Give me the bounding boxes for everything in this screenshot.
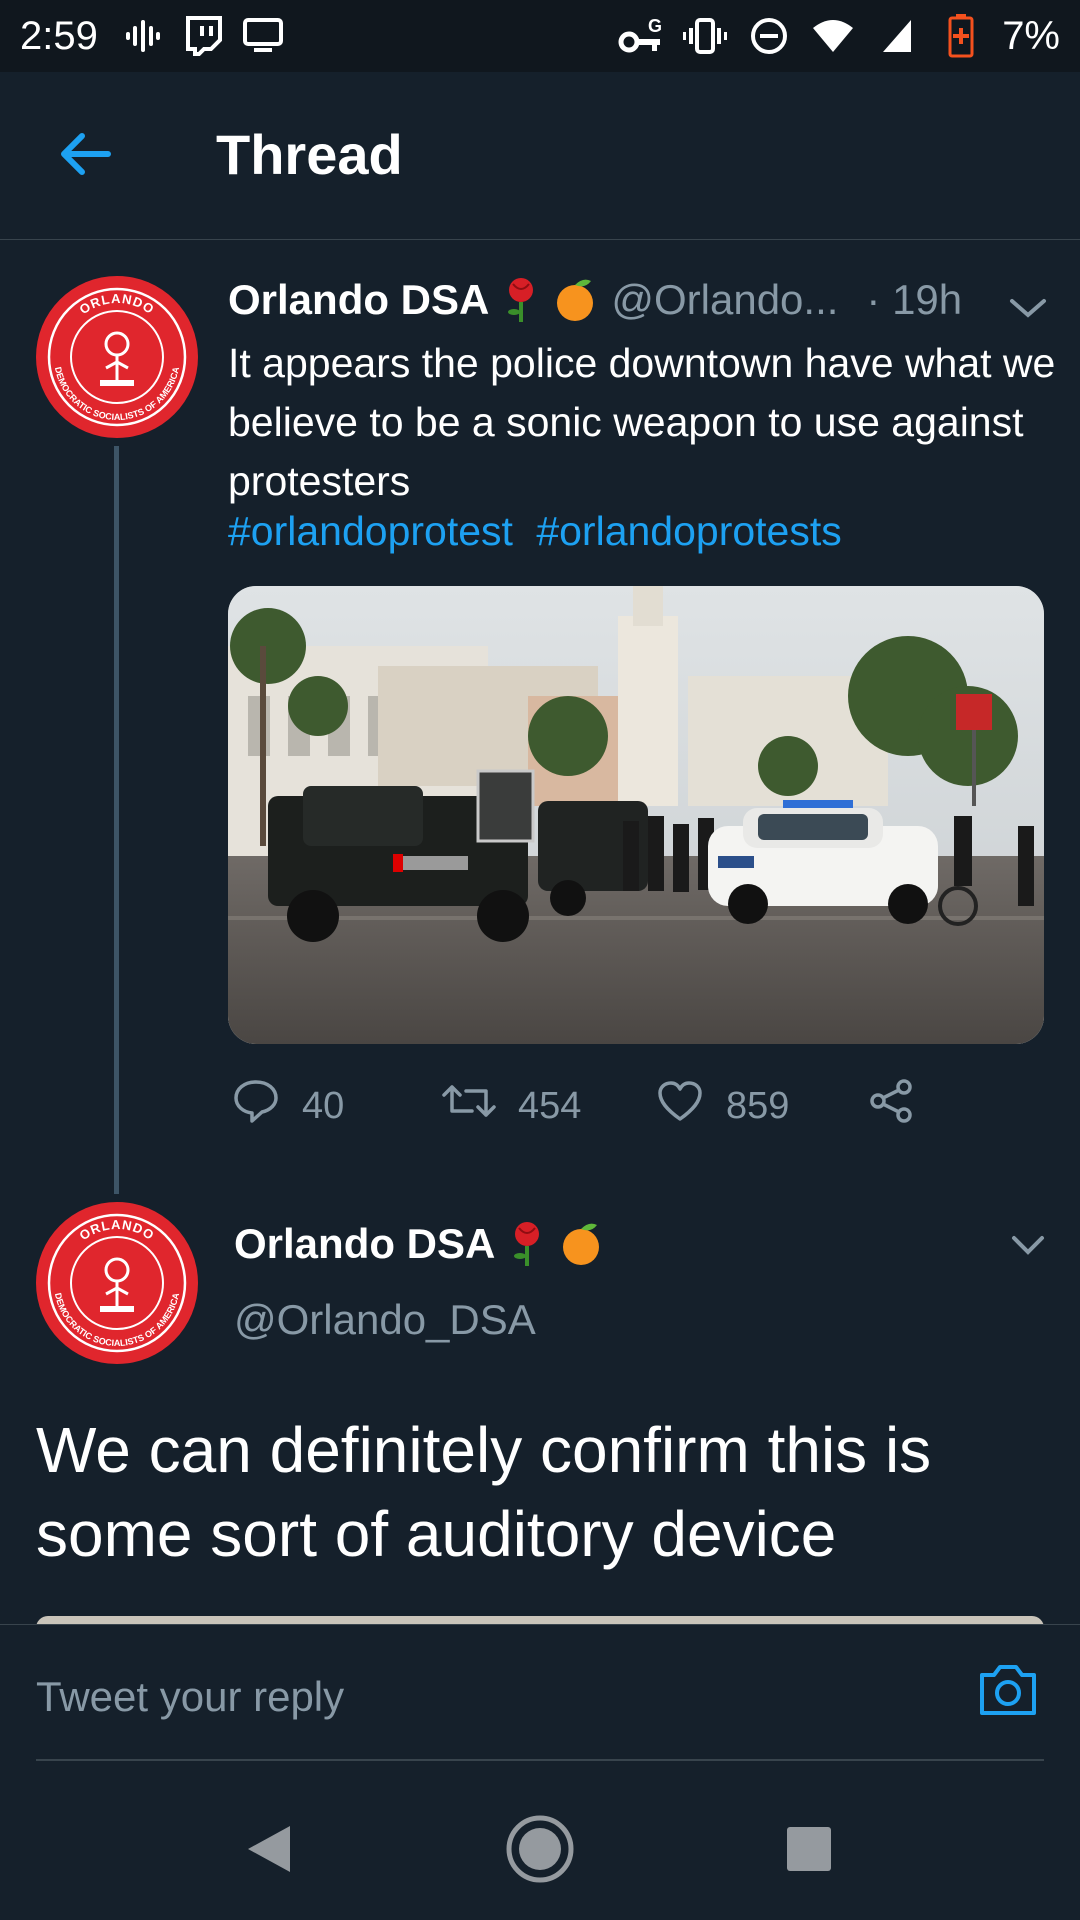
status-time: 2:59	[20, 13, 98, 58]
author-handle: @Orlando...	[611, 276, 839, 323]
heart-icon	[656, 1079, 726, 1133]
rose-emoji	[505, 1220, 549, 1268]
reply-button[interactable]: 40	[232, 1078, 344, 1134]
retweet-button[interactable]: 454	[442, 1081, 581, 1131]
nav-recents-icon[interactable]	[774, 1814, 844, 1884]
system-nav-bar	[0, 1774, 1080, 1920]
hashtag-link[interactable]: #orlandoprotest	[228, 508, 513, 554]
author-name[interactable]: Orlando DSA	[228, 276, 489, 324]
do-not-disturb-icon	[746, 13, 792, 59]
status-bar: 2:59 G 7%	[0, 0, 1080, 72]
chevron-down-icon[interactable]	[1010, 1232, 1046, 1260]
author-handle: @Orlando_DSA	[234, 1296, 536, 1343]
retweet-icon	[442, 1081, 518, 1131]
chevron-down-icon[interactable]	[1008, 285, 1048, 318]
tweet-photo[interactable]	[228, 586, 1044, 1044]
reply-bar: Tweet your reply	[0, 1624, 1080, 1774]
reply-icon	[232, 1078, 302, 1134]
orange-emoji	[559, 1220, 603, 1268]
svg-text:G: G	[648, 16, 662, 36]
rose-emoji	[499, 276, 543, 324]
tweet-text-large: We can definitely confirm this is some s…	[36, 1414, 932, 1570]
nav-back-icon[interactable]	[234, 1814, 304, 1884]
avatar[interactable]: ORLANDO DEMOCRATIC SOCIALISTS OF AMERICA	[36, 1202, 198, 1364]
thread-connector-line	[114, 446, 119, 1194]
battery-percent: 7%	[1002, 13, 1060, 58]
tweet-text: It appears the police downtown have what…	[228, 340, 1056, 504]
vpn-key-icon: G	[618, 13, 664, 59]
hashtag-link[interactable]: #orlandoprotests	[536, 508, 841, 554]
tweet-actions: 40 454 859	[232, 1078, 1032, 1134]
reply-input[interactable]: Tweet your reply	[36, 1673, 344, 1721]
avatar[interactable]: ORLANDO DEMOCRATIC SOCIALISTS OF AMERICA	[36, 276, 198, 438]
battery-low-icon	[938, 13, 984, 59]
nav-home-icon[interactable]	[505, 1814, 575, 1884]
podcast-icon	[120, 13, 166, 59]
twitch-icon	[180, 13, 226, 59]
back-arrow-icon[interactable]	[56, 130, 112, 178]
reply-input-underline	[36, 1759, 1044, 1761]
tweet-header: Orlando DSA	[234, 1220, 603, 1268]
thread-header: Thread	[0, 72, 1080, 240]
orange-emoji	[553, 276, 597, 324]
retweet-count: 454	[518, 1084, 582, 1127]
like-button[interactable]: 859	[656, 1079, 789, 1133]
tweet-header: Orlando DSA @Orlando... · 19h	[228, 272, 1048, 328]
reply-count: 40	[302, 1084, 345, 1127]
camera-icon[interactable]	[976, 1659, 1040, 1719]
author-name[interactable]: Orlando DSA	[234, 1220, 495, 1268]
wifi-icon	[810, 13, 856, 59]
page-title: Thread	[216, 123, 403, 186]
cast-icon	[240, 13, 286, 59]
tweet-time: · 19h	[866, 276, 963, 323]
cell-signal-icon	[874, 13, 920, 59]
tweet-hashtags: #orlandoprotest #orlandoprotests	[228, 508, 854, 555]
like-count: 859	[726, 1084, 790, 1127]
share-icon	[868, 1078, 938, 1134]
share-button[interactable]	[868, 1078, 938, 1134]
vibrate-icon	[682, 13, 728, 59]
